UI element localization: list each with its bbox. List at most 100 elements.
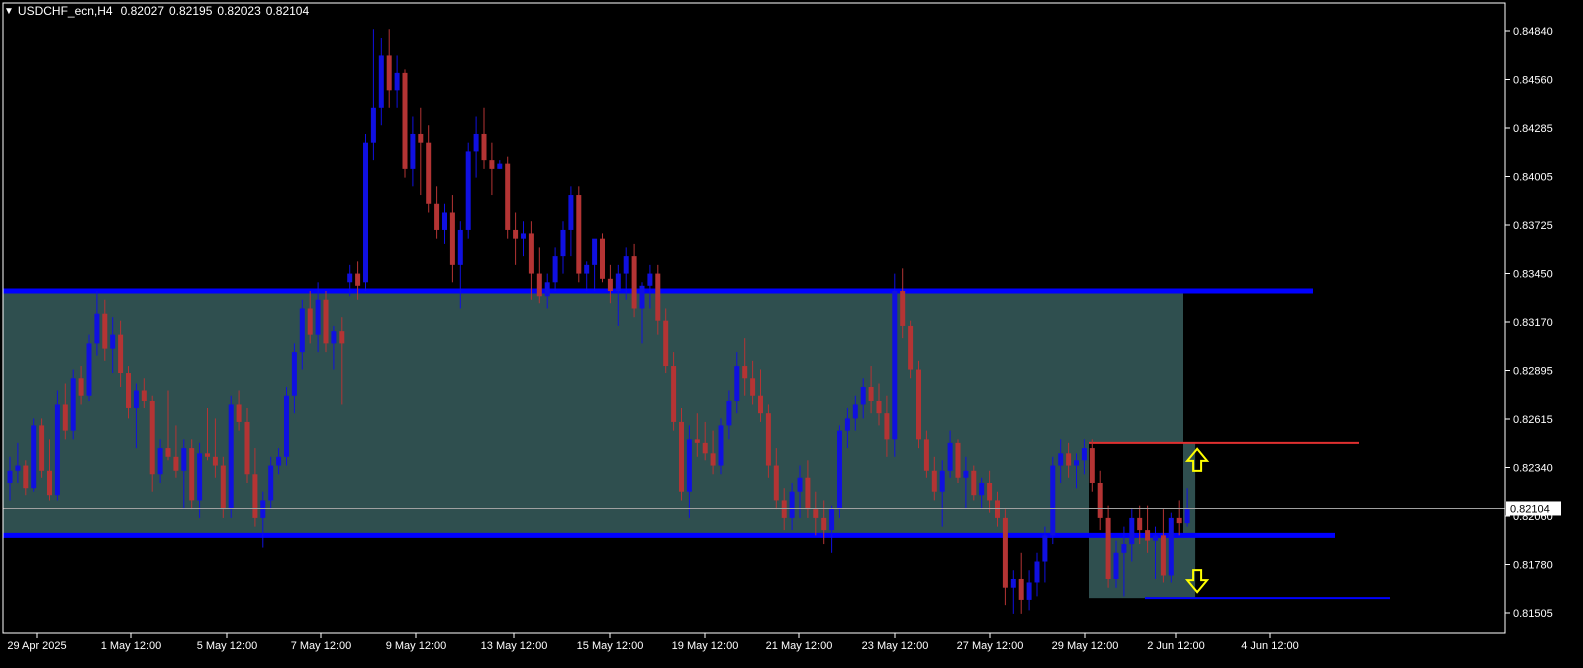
candle-body bbox=[1160, 535, 1166, 576]
candle-body bbox=[1074, 460, 1079, 466]
candle-body bbox=[489, 160, 495, 169]
dropdown-triangle-icon[interactable]: ▼ bbox=[4, 6, 14, 17]
candle-body bbox=[1184, 509, 1190, 524]
range-zone-main bbox=[3, 291, 1183, 536]
close-value: 0.82104 bbox=[265, 4, 310, 18]
candle-body bbox=[473, 133, 479, 152]
candle-body bbox=[370, 107, 376, 143]
candle-body bbox=[623, 256, 629, 274]
x-tick-label: 29 Apr 2025 bbox=[7, 640, 66, 652]
candle-body bbox=[276, 456, 282, 466]
candle-body bbox=[789, 491, 795, 518]
candle bbox=[378, 37, 384, 126]
candle-body bbox=[86, 343, 92, 396]
candle-body bbox=[1034, 561, 1040, 583]
y-tick-label: 0.83170 bbox=[1513, 317, 1553, 329]
candle-body bbox=[868, 387, 874, 401]
candle-body bbox=[39, 425, 45, 471]
candle-body bbox=[394, 72, 400, 91]
candle-body bbox=[355, 273, 361, 286]
candle-body bbox=[947, 442, 953, 471]
candle bbox=[86, 334, 92, 401]
candle bbox=[576, 186, 582, 283]
candle bbox=[426, 125, 432, 213]
x-tick-label: 15 May 12:00 bbox=[577, 640, 644, 652]
candle-body bbox=[679, 421, 684, 492]
candle-body bbox=[647, 273, 653, 286]
x-tick-label: 13 May 12:00 bbox=[481, 640, 548, 652]
candle-body bbox=[837, 430, 842, 510]
candle-body bbox=[1002, 517, 1008, 588]
candle bbox=[1002, 509, 1008, 606]
candle-body bbox=[615, 273, 621, 292]
candle bbox=[370, 29, 376, 161]
candle bbox=[892, 273, 898, 457]
candle-body bbox=[307, 308, 313, 335]
candle bbox=[481, 107, 487, 169]
candle-body bbox=[900, 291, 906, 326]
candle-body bbox=[805, 477, 811, 510]
candle bbox=[521, 221, 526, 257]
candle bbox=[402, 69, 408, 178]
candle-body bbox=[15, 465, 21, 471]
x-tick-label: 29 May 12:00 bbox=[1052, 640, 1119, 652]
candle-body bbox=[908, 325, 914, 370]
candle-body bbox=[1097, 482, 1103, 518]
candle-body bbox=[1026, 582, 1032, 600]
candle-body bbox=[252, 474, 258, 518]
candle-body bbox=[149, 400, 155, 475]
candle-body bbox=[513, 229, 519, 239]
candle-body bbox=[331, 331, 337, 344]
y-tick-label: 0.81780 bbox=[1513, 560, 1553, 572]
candle-body bbox=[844, 418, 850, 431]
candle-body bbox=[592, 238, 598, 265]
candle-body bbox=[552, 256, 558, 283]
candle-body bbox=[62, 404, 68, 431]
candle-body bbox=[631, 256, 637, 309]
x-tick-label: 2 Jun 12:00 bbox=[1147, 640, 1205, 652]
candle-body bbox=[457, 229, 463, 265]
candle-body bbox=[702, 442, 708, 454]
candle-body bbox=[750, 378, 756, 396]
candle-body bbox=[955, 442, 961, 478]
candle-body bbox=[465, 151, 471, 230]
candle-body bbox=[1010, 578, 1016, 588]
candle-body bbox=[189, 448, 195, 501]
candle-body bbox=[228, 404, 234, 510]
candle bbox=[394, 55, 400, 108]
candle-body bbox=[1153, 535, 1158, 541]
candle bbox=[536, 247, 542, 304]
candle-body bbox=[813, 509, 819, 518]
candle-body bbox=[141, 390, 147, 401]
candle bbox=[465, 142, 471, 239]
candle-body bbox=[23, 465, 29, 489]
candle-body bbox=[726, 400, 732, 426]
candle-body bbox=[1050, 465, 1056, 536]
candle-body bbox=[244, 421, 250, 475]
candle bbox=[528, 221, 534, 300]
chart-window[interactable]: 0.84840 0.84560 0.84285 0.84005 0.83725 0.834… bbox=[0, 0, 1583, 663]
candle-body bbox=[544, 282, 550, 297]
candle-body bbox=[576, 195, 582, 274]
candle bbox=[1050, 456, 1056, 545]
x-tick-label: 27 May 12:00 bbox=[957, 640, 1024, 652]
candle-body bbox=[339, 331, 345, 344]
candle-body bbox=[694, 439, 700, 443]
candle-body bbox=[442, 212, 447, 230]
candle-body bbox=[568, 195, 574, 230]
candle bbox=[284, 387, 289, 466]
open-value: 0.82027 bbox=[120, 4, 164, 18]
candle-body bbox=[54, 404, 60, 496]
candle-body bbox=[157, 448, 163, 475]
chart-canvas[interactable]: 0.84840 0.84560 0.84285 0.84005 0.83725 0.834… bbox=[0, 0, 1583, 663]
candle-body bbox=[505, 163, 511, 230]
candle bbox=[189, 439, 195, 510]
candle-body bbox=[315, 299, 321, 335]
candle-body bbox=[560, 229, 566, 257]
candle bbox=[916, 360, 921, 449]
candle bbox=[592, 238, 598, 292]
candle bbox=[955, 439, 961, 483]
candle bbox=[829, 505, 835, 553]
candle-body bbox=[133, 390, 139, 408]
candle-body bbox=[110, 334, 116, 349]
